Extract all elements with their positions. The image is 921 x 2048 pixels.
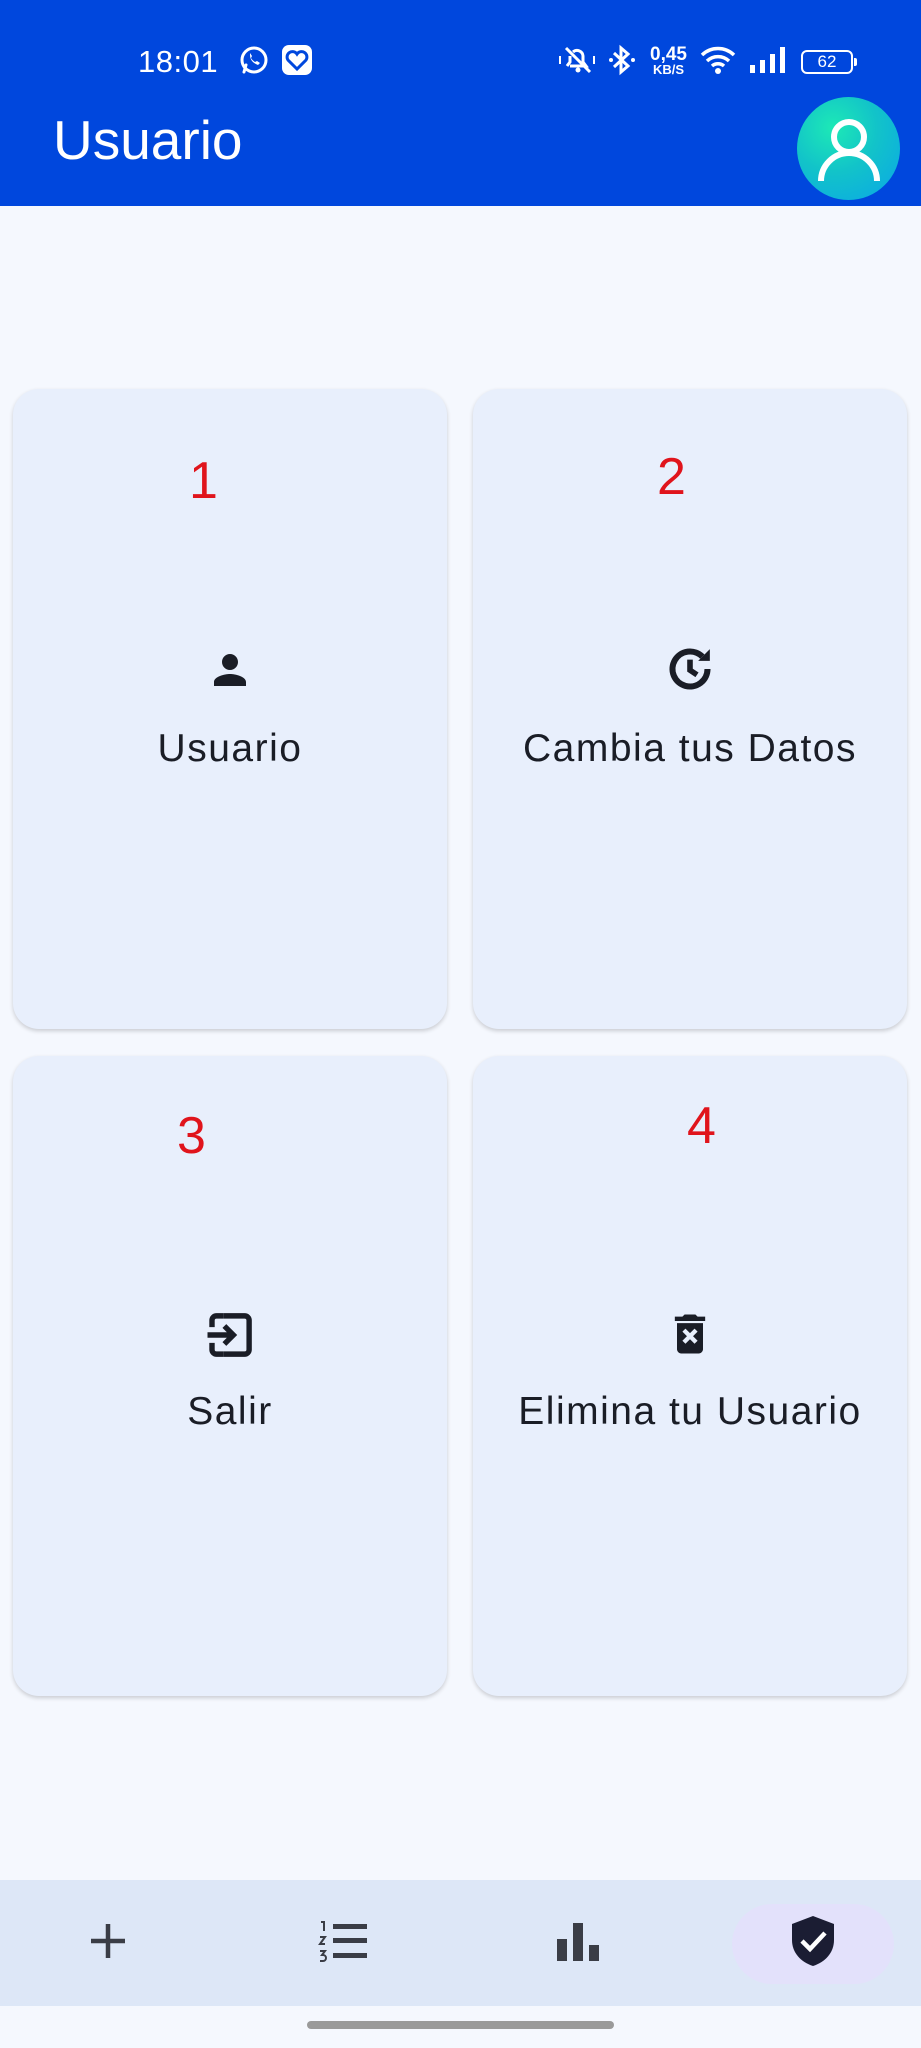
bluetooth-icon xyxy=(608,44,638,81)
net-speed: 0,45 KB/S xyxy=(650,44,687,77)
logout-icon xyxy=(203,1308,257,1367)
card-elimina-tu-usuario[interactable]: 4 Elimina tu Usuario xyxy=(473,1056,907,1696)
bar-chart-icon xyxy=(555,1919,601,1968)
nav-list[interactable] xyxy=(235,1880,451,2006)
numbered-list-icon xyxy=(317,1918,369,1969)
signal-icon xyxy=(749,46,789,79)
bottom-navigation xyxy=(0,1880,921,2006)
nav-stats[interactable] xyxy=(470,1880,686,2006)
card-cambia-tus-datos[interactable]: 2 Cambia tus Datos xyxy=(473,389,907,1029)
annotation-number: 2 xyxy=(657,448,686,506)
card-salir[interactable]: 3 Salir xyxy=(13,1056,447,1696)
battery-level: 62 xyxy=(817,52,837,71)
status-icons: 0,45 KB/S 62 xyxy=(558,40,857,84)
app-bar: 18:01 0,45 KB/S 62 Usuario xyxy=(0,0,921,206)
mute-icon xyxy=(558,44,596,81)
net-speed-value: 0,45 xyxy=(650,44,687,65)
card-label: Usuario xyxy=(157,727,303,770)
whatsapp-icon xyxy=(238,44,270,81)
page-title: Usuario xyxy=(53,109,243,171)
home-indicator[interactable] xyxy=(307,2021,614,2029)
annotation-number: 4 xyxy=(687,1097,716,1155)
nav-security[interactable] xyxy=(732,1880,894,2006)
user-avatar-icon[interactable] xyxy=(797,97,900,200)
card-label: Cambia tus Datos xyxy=(523,727,857,770)
annotation-number: 3 xyxy=(177,1107,206,1165)
battery-icon: 62 xyxy=(801,50,857,74)
card-label: Salir xyxy=(187,1390,273,1433)
wifi-icon xyxy=(699,45,737,80)
nav-add[interactable] xyxy=(0,1880,216,2006)
history-icon xyxy=(662,641,718,702)
annotation-number: 1 xyxy=(189,452,218,510)
card-label: Elimina tu Usuario xyxy=(518,1390,862,1433)
verified-shield-icon xyxy=(789,1914,837,1973)
status-time: 18:01 xyxy=(138,44,219,79)
heart-app-icon xyxy=(281,44,313,81)
person-icon xyxy=(206,646,254,699)
net-speed-unit: KB/S xyxy=(652,62,685,77)
card-usuario[interactable]: 1 Usuario xyxy=(13,389,447,1029)
delete-icon xyxy=(664,1308,716,1365)
add-icon xyxy=(86,1919,130,1968)
